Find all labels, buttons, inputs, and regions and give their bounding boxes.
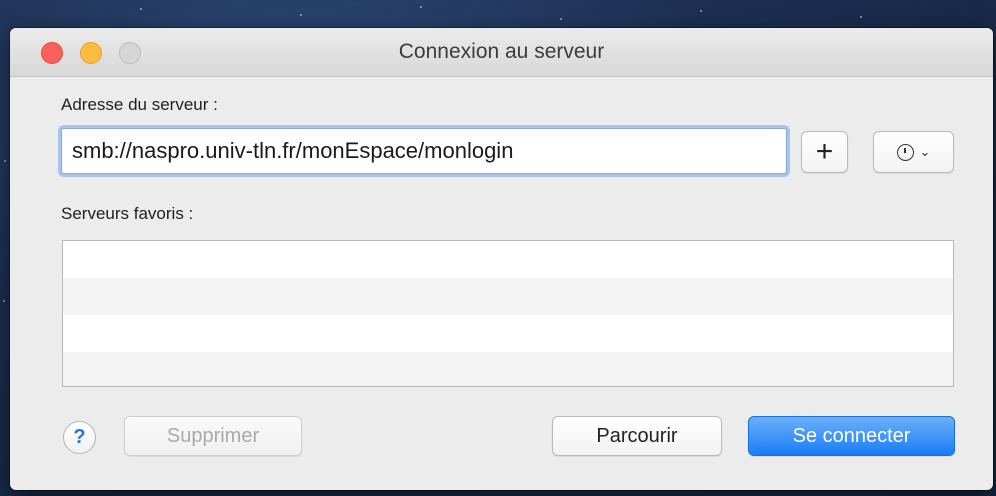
connect-button[interactable]: Se connecter xyxy=(748,416,955,456)
add-favorite-button[interactable]: + xyxy=(801,131,848,173)
list-item[interactable] xyxy=(63,315,953,352)
help-button[interactable]: ? xyxy=(63,421,96,454)
list-item[interactable] xyxy=(63,241,953,278)
browse-button[interactable]: Parcourir xyxy=(552,416,722,456)
clock-icon xyxy=(896,143,914,161)
list-item[interactable] xyxy=(63,278,953,315)
chevron-down-icon: ⌄ xyxy=(919,144,931,159)
title-bar[interactable]: Connexion au serveur xyxy=(10,28,993,77)
favorite-servers-list[interactable] xyxy=(62,240,954,387)
window-title: Connexion au serveur xyxy=(398,40,605,63)
server-address-input[interactable] xyxy=(61,128,787,174)
delete-button[interactable]: Supprimer xyxy=(124,416,302,456)
recent-servers-button[interactable]: ⌄ xyxy=(873,131,954,173)
favorite-servers-label: Serveurs favoris : xyxy=(61,204,194,223)
server-address-label: Adresse du serveur : xyxy=(61,95,218,114)
list-item[interactable] xyxy=(63,352,953,386)
connect-to-server-window: Connexion au serveur Adresse du serveur … xyxy=(10,28,993,490)
